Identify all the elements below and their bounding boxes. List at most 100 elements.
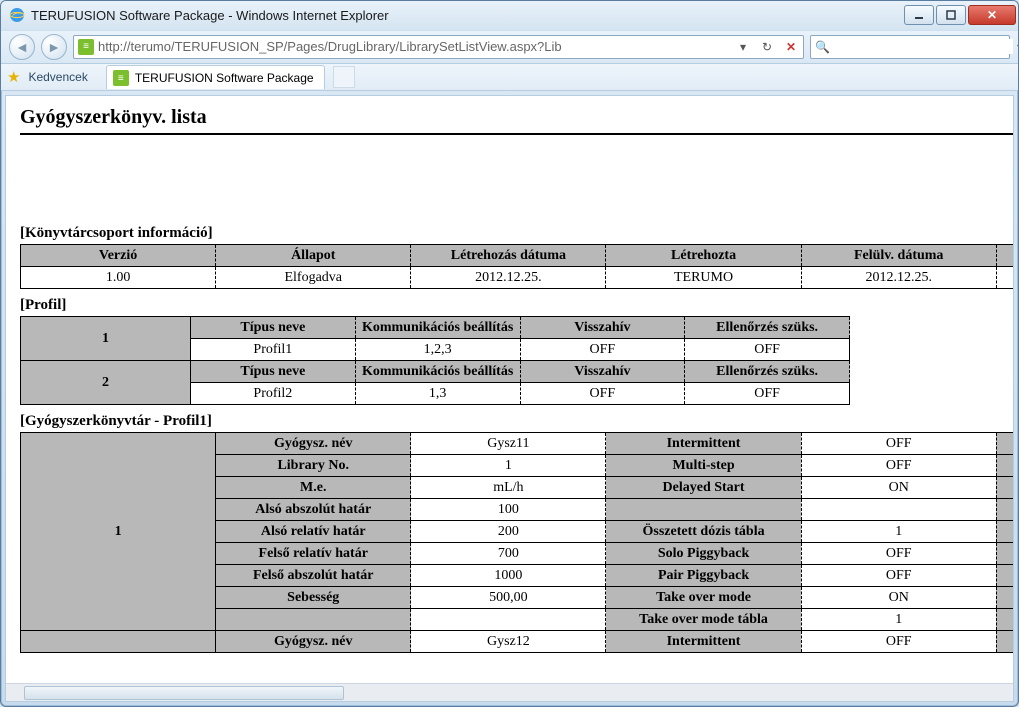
- label-cell: Felső relatív határ: [216, 543, 411, 565]
- favorites-label[interactable]: Kedvencek: [28, 70, 87, 84]
- label-cell: Bólus felső határ: [996, 499, 1013, 521]
- label-cell: Bólus dózis ideje: [996, 543, 1013, 565]
- value-cell: OFF: [801, 433, 996, 455]
- label-cell: Library No.: [216, 455, 411, 477]
- value-cell: 200: [411, 521, 606, 543]
- druglibrary-heading: [Gyógyszerkönyvtár - Profil1]: [20, 413, 1013, 430]
- label-cell: Felső abszolút határ: [216, 565, 411, 587]
- label-cell: Take over mode: [606, 587, 801, 609]
- label-cell: Elzáródás: [996, 587, 1013, 609]
- row-number: 1: [21, 433, 216, 631]
- value-cell: 1: [801, 521, 996, 543]
- value-cell: ON: [801, 477, 996, 499]
- th: Állapot: [216, 245, 411, 267]
- th: Típus neve: [191, 361, 356, 383]
- label-cell: Felső határ (Gyógyszer cc.): [996, 455, 1013, 477]
- value-cell: OFF: [801, 543, 996, 565]
- th: Kommunikációs beállítás: [355, 361, 520, 383]
- th: Létrehozta: [606, 245, 801, 267]
- row-number: 2: [21, 361, 191, 405]
- td: OFF: [685, 383, 850, 405]
- tab-title: TERUFUSION Software Package: [135, 71, 314, 85]
- nav-bar: ◄ ► ≡ ▾ ↻ ✕ 🔍 ▾: [1, 30, 1018, 64]
- td: 1.00: [21, 267, 216, 289]
- label-cell: [996, 609, 1013, 631]
- value-cell: Gysz12: [411, 631, 606, 653]
- label-cell: M.e. (Gyógyszer cc.): [996, 433, 1013, 455]
- th: Visszahív: [520, 361, 685, 383]
- site-favicon-icon: ≡: [78, 39, 94, 55]
- row-number: 1: [21, 317, 191, 361]
- window-frame: TERUFUSION Software Package - Windows In…: [0, 0, 1019, 707]
- favorites-bar: ★ Kedvencek ≡ TERUFUSION Software Packag…: [1, 64, 1018, 91]
- label-cell: Solo Piggyback: [606, 543, 801, 565]
- document-scroll[interactable]: Gyógyszerkönyv. lista [Könyvtárcsoport i…: [6, 96, 1013, 683]
- libraryset-table: Verzió Állapot Létrehozás dátuma Létreho…: [20, 244, 1013, 289]
- label-cell: Összetett dózis tábla: [606, 521, 801, 543]
- th: Verzió: [21, 245, 216, 267]
- url-input[interactable]: [98, 39, 729, 54]
- value-cell: [801, 499, 996, 521]
- th: Ellenőrzés szüks.: [685, 361, 850, 383]
- tab-favicon-icon: ≡: [113, 70, 129, 86]
- td: TERUMO: [606, 267, 801, 289]
- td: Profil1: [191, 339, 356, 361]
- label-cell: M.e. (Gyógyszer cc.): [996, 631, 1013, 653]
- minimize-button[interactable]: [904, 5, 934, 25]
- td: 2012.12.25.: [801, 267, 996, 289]
- ie-icon: [9, 7, 25, 23]
- value-cell: Gysz11: [411, 433, 606, 455]
- refresh-icon[interactable]: ↻: [757, 37, 777, 57]
- close-button[interactable]: ✕: [968, 5, 1016, 25]
- favorites-star-icon[interactable]: ★: [7, 68, 20, 86]
- td: 1,3: [355, 383, 520, 405]
- td: Profil2: [191, 383, 356, 405]
- label-cell: [606, 499, 801, 521]
- value-cell: 1: [411, 455, 606, 477]
- label-cell: [216, 609, 411, 631]
- value-cell: OFF: [801, 455, 996, 477]
- th: Ellenőrzés szüks.: [685, 317, 850, 339]
- url-dropdown-icon[interactable]: ▾: [733, 37, 753, 57]
- label-cell: Gyógyszer Kód: [996, 565, 1013, 587]
- value-cell: mL/h: [411, 477, 606, 499]
- search-input[interactable]: [834, 39, 1013, 54]
- td: OFF: [520, 383, 685, 405]
- label-cell: Pair Piggyback: [606, 565, 801, 587]
- back-button[interactable]: ◄: [9, 34, 35, 60]
- scrollbar-thumb[interactable]: [24, 686, 344, 700]
- page-title: Gyógyszerkönyv. lista: [20, 106, 1013, 135]
- browser-tab[interactable]: ≡ TERUFUSION Software Package: [106, 65, 325, 89]
- value-cell: 1000: [411, 565, 606, 587]
- label-cell: Hígítás (Gyógyszer cc.): [996, 477, 1013, 499]
- label-cell: M.e.: [216, 477, 411, 499]
- client-area: Gyógyszerkönyv. lista [Könyvtárcsoport i…: [5, 95, 1014, 702]
- label-cell: Alsó abszolút határ: [216, 499, 411, 521]
- row-number: [21, 631, 216, 653]
- maximize-button[interactable]: [936, 5, 966, 25]
- search-icon: 🔍: [815, 40, 830, 54]
- label-cell: Gyógysz. név: [216, 433, 411, 455]
- value-cell: ON: [801, 587, 996, 609]
- new-tab-button[interactable]: [333, 66, 355, 88]
- search-box[interactable]: 🔍 ▾: [810, 35, 1010, 59]
- th: Visszahív: [520, 317, 685, 339]
- value-cell: 1: [801, 609, 996, 631]
- label-cell: Take over mode tábla: [606, 609, 801, 631]
- th: Felülvizsgálta: [996, 245, 1013, 267]
- address-bar[interactable]: ≡ ▾ ↻ ✕: [73, 35, 804, 59]
- window-title: TERUFUSION Software Package - Windows In…: [31, 8, 389, 23]
- label-cell: Alsó relatív határ: [216, 521, 411, 543]
- td: OFF: [520, 339, 685, 361]
- value-cell: OFF: [801, 565, 996, 587]
- label-cell: Intermittent: [606, 433, 801, 455]
- forward-button[interactable]: ►: [41, 34, 67, 60]
- th: Létrehozás dátuma: [411, 245, 606, 267]
- value-cell: 100: [411, 499, 606, 521]
- value-cell: OFF: [801, 631, 996, 653]
- horizontal-scrollbar[interactable]: [6, 683, 1013, 701]
- td: Elfogadva: [216, 267, 411, 289]
- title-bar: TERUFUSION Software Package - Windows In…: [1, 1, 1018, 30]
- label-cell: Bólus dózis mennyiség: [996, 521, 1013, 543]
- stop-icon[interactable]: ✕: [781, 37, 801, 57]
